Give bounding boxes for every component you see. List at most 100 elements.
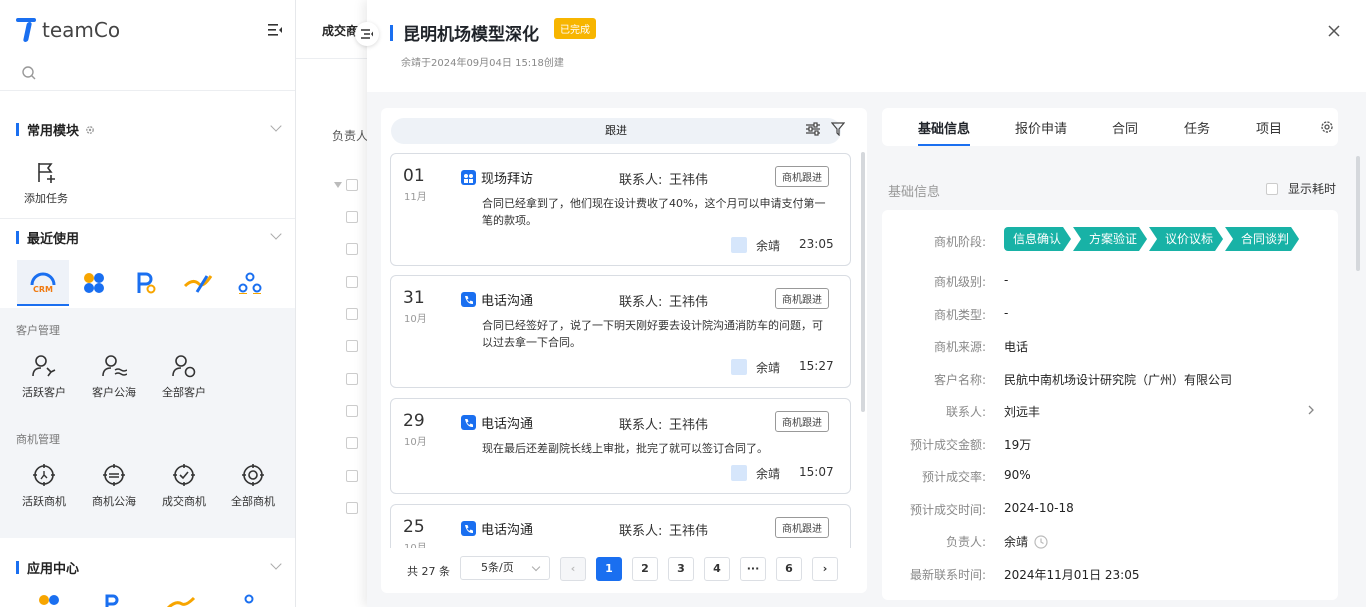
close-icon[interactable] (1327, 24, 1341, 38)
settings-gear-icon[interactable] (1320, 120, 1334, 134)
page-button[interactable]: 4 (704, 557, 730, 581)
group-opportunity-label: 商机管理 (16, 433, 60, 446)
contact-name: 王祎伟 (669, 418, 709, 433)
card-month: 10月 (404, 437, 427, 448)
page-button[interactable]: 6 (776, 557, 802, 581)
recent-app-link[interactable] (172, 260, 224, 306)
chevron-down-icon[interactable] (270, 228, 282, 240)
caret-down-icon[interactable] (334, 182, 342, 188)
link-icon[interactable] (166, 596, 196, 607)
panel-header: 昆明机场模型深化 已完成 余靖于2024年09月04日 15:18创建 (355, 0, 1366, 92)
checkbox[interactable] (346, 243, 358, 255)
checkbox[interactable] (346, 276, 358, 288)
followup-card[interactable]: 25 10月 电话沟通 联系人: 王祎伟 商机跟进 (390, 504, 851, 548)
menu-opportunity-pool-label: 商机公海 (92, 495, 136, 508)
p-project-icon[interactable] (104, 594, 120, 607)
followup-time: 15:27 (799, 359, 834, 373)
checkbox[interactable] (346, 211, 358, 223)
search-icon[interactable] (22, 66, 36, 80)
quick-add-task[interactable]: 添加任务 (22, 160, 70, 206)
followup-card[interactable]: 01 11月 现场拜访 联系人: 王祎伟 商机跟进 合同已经拿到了，他们现在设计… (390, 153, 851, 266)
menu-active-opportunities[interactable]: 活跃商机 (14, 463, 74, 509)
show-time-toggle[interactable]: 显示耗时 (1266, 180, 1336, 197)
checkbox[interactable] (346, 405, 358, 417)
recent-app-crm[interactable]: CRM (17, 260, 69, 306)
chevron-down-icon[interactable] (270, 558, 282, 570)
checkbox[interactable] (346, 340, 358, 352)
card-day: 01 (403, 166, 425, 186)
page-button[interactable]: 1 (596, 557, 622, 581)
quick-add-task-label: 添加任务 (24, 192, 68, 205)
sidebar: teamCo 常用模块 添加任务 最近使用 CRM 客户管理 活跃客户 客户公海… (0, 0, 296, 607)
stage-step[interactable]: 信息确认 (1004, 227, 1071, 251)
card-month: 10月 (404, 314, 427, 325)
checkbox[interactable] (346, 437, 358, 449)
show-time-checkbox[interactable] (1266, 182, 1278, 195)
tab-quote-request[interactable]: 报价申请 (1015, 118, 1067, 137)
followup-tag: 商机跟进 (775, 288, 829, 309)
field-label: 商机来源: (933, 340, 986, 354)
followup-card[interactable]: 29 10月 电话沟通 联系人: 王祎伟 商机跟进 现在最后还差副院长线上审批，… (390, 398, 851, 494)
sliders-icon[interactable] (805, 122, 821, 136)
detail-tabs: 基础信息 报价申请 合同 任务 项目 (882, 108, 1338, 146)
tab-contract[interactable]: 合同 (1112, 118, 1138, 137)
target-pool-icon (103, 464, 125, 486)
card-type: 电话沟通 (461, 290, 533, 309)
gear-icon[interactable] (85, 125, 95, 135)
target-all-icon (242, 464, 264, 486)
status-badge: 已完成 (554, 18, 596, 39)
stage-step[interactable]: 议价议标 (1149, 227, 1223, 251)
toggle-list-button[interactable] (355, 22, 379, 46)
checkbox[interactable] (346, 179, 358, 191)
tab-followup[interactable]: 跟进 (391, 118, 841, 144)
recent-app-apps[interactable] (68, 260, 120, 306)
stage-step[interactable]: 方案验证 (1073, 227, 1147, 251)
checkbox[interactable] (346, 502, 358, 514)
menu-customer-pool[interactable]: 客户公海 (84, 354, 144, 400)
followup-tag: 商机跟进 (775, 517, 829, 538)
logo-icon (16, 16, 38, 44)
menu-all-opportunities[interactable]: 全部商机 (223, 463, 283, 509)
checkbox[interactable] (346, 308, 358, 320)
filter-icon[interactable] (831, 122, 845, 136)
org-icon[interactable] (236, 594, 262, 607)
field-label: 预计成交率: (921, 470, 986, 484)
contact-link[interactable]: 刘远丰 (1004, 403, 1040, 420)
chevron-right-icon[interactable] (1308, 405, 1314, 415)
scrollbar[interactable] (1356, 156, 1360, 271)
checkbox[interactable] (346, 470, 358, 482)
tab-project[interactable]: 项目 (1256, 118, 1282, 137)
page-ellipsis[interactable]: ··· (740, 557, 766, 581)
page-size-select[interactable]: 5条/页 (460, 556, 550, 580)
stage-step[interactable]: 合同谈判 (1225, 227, 1299, 251)
apps-icon[interactable] (38, 594, 60, 607)
chevron-down-icon[interactable] (270, 120, 282, 132)
tab-task[interactable]: 任务 (1184, 118, 1210, 137)
page-button[interactable]: 2 (632, 557, 658, 581)
clock-icon[interactable] (1034, 534, 1048, 549)
phone-icon (461, 292, 476, 307)
card-day: 25 (403, 517, 425, 537)
phone-icon (461, 521, 476, 536)
avatar (731, 359, 747, 375)
followup-content: 合同已经拿到了，他们现在设计费收了40%，这个月可以申请支付第一笔的款项。 (482, 197, 826, 227)
menu-active-customers[interactable]: 活跃客户 (14, 354, 74, 400)
field-value: 19万 (1004, 438, 1032, 452)
scrollbar[interactable] (861, 152, 865, 412)
recent-app-org[interactable] (224, 260, 276, 306)
contact-label: 联系人: (619, 524, 663, 539)
menu-closed-opportunities[interactable]: 成交商机 (154, 463, 214, 509)
tab-basic-info[interactable]: 基础信息 (918, 118, 971, 146)
menu-all-customers[interactable]: 全部客户 (154, 354, 214, 400)
logo[interactable]: teamCo (16, 16, 120, 44)
collapse-sidebar-icon[interactable] (268, 24, 282, 36)
prev-page-button[interactable]: ‹ (560, 557, 586, 581)
recent-app-p[interactable] (120, 260, 172, 306)
checkbox[interactable] (346, 373, 358, 385)
avatar (731, 237, 747, 253)
menu-all-opportunities-label: 全部商机 (231, 495, 275, 508)
followup-card[interactable]: 31 10月 电话沟通 联系人: 王祎伟 商机跟进 合同已经签好了，说了一下明天… (390, 275, 851, 388)
menu-opportunity-pool[interactable]: 商机公海 (84, 463, 144, 509)
next-page-button[interactable]: › (812, 557, 838, 581)
page-button[interactable]: 3 (668, 557, 694, 581)
